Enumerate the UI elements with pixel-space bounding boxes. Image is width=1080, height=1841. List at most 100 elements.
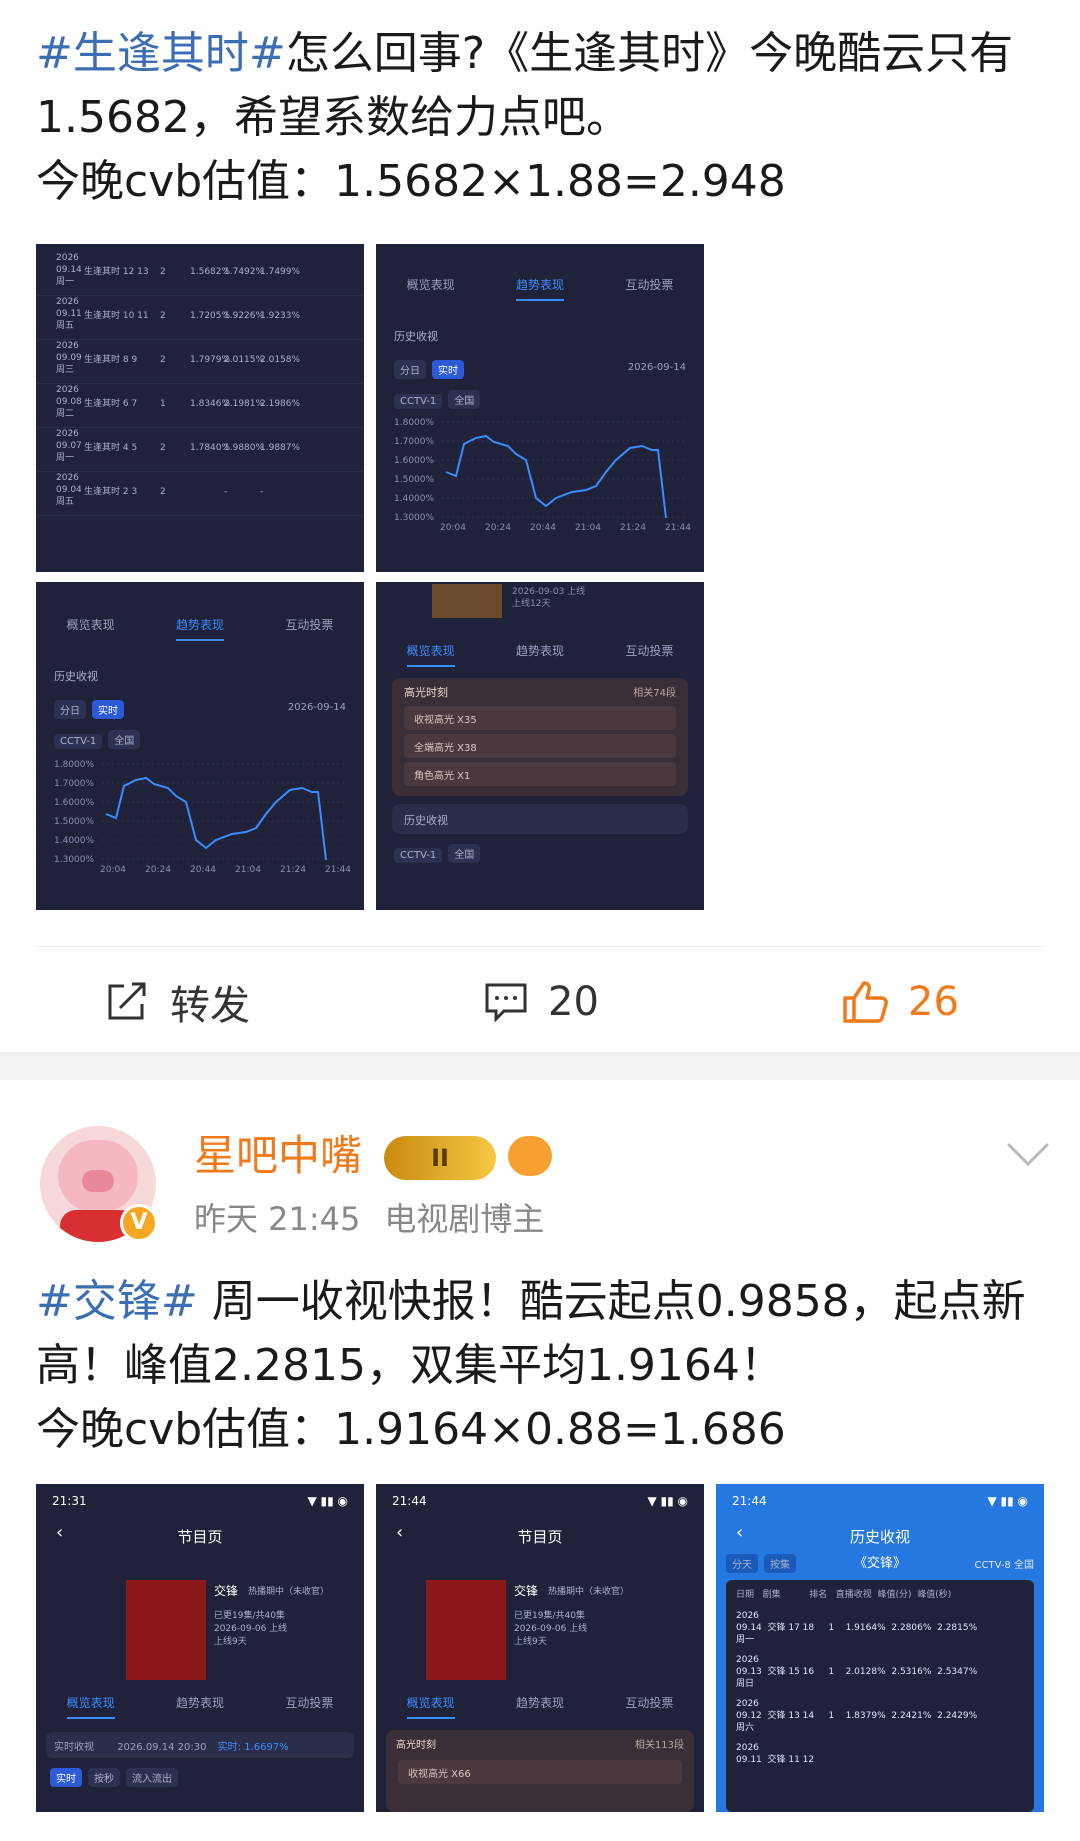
highlight-row[interactable]: 角色高光 X1 <box>404 762 676 786</box>
tab-trend[interactable]: 趋势表现 <box>516 642 564 667</box>
like-icon <box>843 981 888 1023</box>
seg-realtime[interactable]: 实时 <box>92 700 124 719</box>
table-row: 2026 09.11 交锋 11 12 <box>736 1743 815 1765</box>
highlight-card: 高光时刻 相关113段 收视高光 X66 <box>386 1730 694 1812</box>
tab-vote[interactable]: 互动投票 <box>625 1694 673 1719</box>
history-label: 历史收视 <box>404 814 448 827</box>
show-meta: 已更19集/共40集 2026-09-06 上线 上线9天 <box>214 1610 287 1649</box>
tab-vote[interactable]: 互动投票 <box>625 642 673 667</box>
page-title: 历史收视 <box>849 1528 910 1546</box>
region-select[interactable]: 全国 <box>108 730 141 749</box>
channel-select[interactable]: CCTV-1 <box>394 848 443 863</box>
date-select[interactable]: 2026-09-14 <box>628 362 686 373</box>
tab-trend[interactable]: 趋势表现 <box>516 1694 564 1719</box>
tab-vote[interactable]: 互动投票 <box>285 1694 333 1719</box>
table-row: 2026 09.09 周三 生逢其时 8 9 2 1.7979% 2.0115% 2.01… <box>36 340 364 384</box>
tab-overview[interactable]: 概览表现 <box>66 1694 115 1719</box>
seg-realtime[interactable]: 实时 <box>432 360 464 379</box>
y-tick-label: 1.3000% <box>394 513 434 523</box>
channel-select[interactable]: CCTV-1 <box>54 734 103 749</box>
post-time: 昨天 21:45 <box>194 1200 361 1238</box>
chevron-down-icon[interactable] <box>1006 1142 1050 1168</box>
post1-text: #生逢其时#怎么回事?《生逢其时》今晚酷云只有1.5682，希望系数给力点吧。 … <box>36 22 1046 214</box>
history-card[interactable]: 历史收视 <box>392 804 688 834</box>
repost-icon <box>108 982 146 1020</box>
tab-vote[interactable]: 互动投票 <box>285 616 333 641</box>
highlight-row[interactable]: 收视高光 X66 <box>398 1760 682 1784</box>
filter-row: CCTV-1 全国 <box>394 844 486 863</box>
tab-row: 概览表现 趋势表现 互动投票 <box>36 1694 364 1719</box>
realtime-value: 实时: 1.6697% <box>217 1742 289 1753</box>
post1-image-4[interactable]: 2026-09-03 上线 上线12天 概览表现 趋势表现 互动投票 高光时刻 … <box>376 582 704 910</box>
crown-badge-icon[interactable]: II <box>384 1136 496 1180</box>
seg-second[interactable]: 按秒 <box>88 1768 120 1787</box>
seg-row: 分日 实时 <box>394 360 470 379</box>
seg-row: 分日 实时 <box>54 700 130 719</box>
date-select[interactable]: 2026-09-14 <box>288 702 346 713</box>
author-role: 电视剧博主 <box>384 1200 545 1238</box>
comment-button[interactable]: 20 <box>484 952 599 1052</box>
realtime-card[interactable]: 实时收视 2026.09.14 20:30 实时: 1.6697% <box>46 1732 354 1758</box>
highlight-row[interactable]: 收视高光 X35 <box>404 706 676 730</box>
seg-realtime[interactable]: 实时 <box>50 1768 82 1787</box>
post2-image-3[interactable]: 21:44 ▼ ▮▮ ◉ ‹ 历史收视 《交锋》 分天 按集 CCTV-8 全国 日… <box>716 1484 1044 1812</box>
y-tick-label: 1.7000% <box>54 779 94 789</box>
highlight-row[interactable]: 全端高光 X38 <box>404 734 676 758</box>
x-tick-label: 20:24 <box>485 523 511 533</box>
like-button[interactable]: 26 <box>842 952 959 1052</box>
page-title: 节目页 <box>517 1528 563 1546</box>
tab-trend[interactable]: 趋势表现 <box>515 276 564 301</box>
table-row: 2026 09.07 周一 生逢其时 4 5 2 1.7840% 1.9880% 1.98… <box>36 428 364 472</box>
online-date: 2026-09-06 上线 <box>214 1624 288 1634</box>
seg-flow[interactable]: 流入流出 <box>126 1768 178 1787</box>
post1-hashtag[interactable]: #生逢其时# <box>36 28 286 79</box>
tab-trend[interactable]: 趋势表现 <box>176 1694 224 1719</box>
x-tick-label: 21:44 <box>325 865 351 875</box>
tab-overview[interactable]: 概览表现 <box>407 276 455 301</box>
table-cell: 2 <box>160 487 166 497</box>
x-tick-label: 20:04 <box>100 865 126 875</box>
online-days: 上线12天 <box>512 599 551 609</box>
y-tick-label: 1.8000% <box>54 760 94 770</box>
table-row: 2026 09.13 交锋 15 16 1 2.0128% 2.5316% 2.… <box>736 1655 978 1689</box>
region-select[interactable]: 全国 <box>448 390 481 409</box>
y-tick-label: 1.8000% <box>394 418 434 428</box>
table-cell: 生逢其时 8 9 <box>84 355 138 365</box>
table-cell: 1.9887% <box>260 443 301 453</box>
post2-image-2[interactable]: 21:44 ▼ ▮▮ ◉ ‹ 节目页 交锋 热播期中（未收官） 已更19集/共40… <box>376 1484 704 1812</box>
post2-hashtag[interactable]: #交锋# <box>36 1276 198 1327</box>
channel-select[interactable]: CCTV-1 <box>394 394 443 409</box>
region-select[interactable]: 全国 <box>1014 1560 1034 1571</box>
tab-row: 概览表现 趋势表现 互动投票 <box>376 642 704 667</box>
repost-button[interactable]: 转发 <box>106 952 250 1052</box>
y-tick-label: 1.5000% <box>54 817 94 827</box>
fish-emoji-icon <box>508 1136 552 1176</box>
history-label: 历史收视 <box>54 670 98 683</box>
seg-day[interactable]: 分日 <box>54 700 86 719</box>
table-cell: 生逢其时 6 7 <box>84 399 138 409</box>
region-select[interactable]: 全国 <box>448 844 481 863</box>
filter-row: CCTV-1 全国 <box>394 390 486 409</box>
tab-vote[interactable]: 互动投票 <box>625 276 673 301</box>
post1-image-3[interactable]: 概览表现 趋势表现 互动投票 历史收视 分日 实时 2026-09-14 CCTV… <box>36 582 364 910</box>
tab-overview[interactable]: 概览表现 <box>406 642 455 667</box>
show-meta: 已更19集/共40集 2026-09-06 上线 上线9天 <box>514 1610 587 1649</box>
status-bar: 21:44 ▼ ▮▮ ◉ <box>392 1494 688 1508</box>
table-row: 2026 09.12 交锋 13 14 1 1.8379% 2.2421% 2.… <box>736 1699 978 1733</box>
highlight-count[interactable]: 相关74段 <box>633 684 676 699</box>
seg-episode[interactable]: 按集 <box>764 1554 796 1573</box>
seg-day[interactable]: 分天 <box>726 1554 758 1573</box>
post2-image-1[interactable]: 21:31 ▼ ▮▮ ◉ ‹ 节目页 交锋 热播期中（未收官） 已更19集/共40… <box>36 1484 364 1812</box>
seg-day[interactable]: 分日 <box>394 360 426 379</box>
tab-trend[interactable]: 趋势表现 <box>175 616 224 641</box>
highlight-count[interactable]: 相关113段 <box>635 1736 684 1751</box>
tab-overview[interactable]: 概览表现 <box>406 1694 455 1719</box>
post1-image-1[interactable]: 2026 09.14 周一 生逢其时 12 13 2 1.5682% 1.7492% 1.… <box>36 244 364 572</box>
table-row: 2026 09.04 周五 生逢其时 2 32-- <box>36 472 364 516</box>
tab-overview[interactable]: 概览表现 <box>67 616 115 641</box>
trend-chart: 1.8000% 1.7000% 1.6000% 1.5000% 1.4000% 1.300… <box>394 418 691 533</box>
username[interactable]: 星吧中嘴 <box>194 1130 362 1182</box>
post1-image-2[interactable]: 概览表现 趋势表现 互动投票 历史收视 分日 实时 2026-09-14 CCTV… <box>376 244 704 572</box>
realtime-label: 实时收视 <box>54 1742 94 1753</box>
channel-select[interactable]: CCTV-8 <box>975 1560 1011 1571</box>
